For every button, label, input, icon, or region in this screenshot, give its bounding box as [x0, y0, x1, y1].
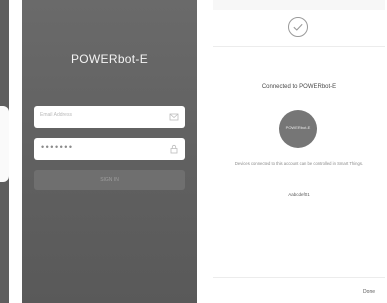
password-field[interactable]: •••••••: [34, 138, 185, 160]
check-circle-icon: [288, 17, 308, 37]
account-code: Aabcdef01: [288, 192, 310, 197]
divider-top: [213, 46, 385, 47]
sign-in-button[interactable]: SIGN IN: [34, 170, 185, 190]
status-bar: [213, 0, 385, 10]
info-text: Devices connected to this account can be…: [234, 161, 364, 166]
login-screen: POWERbot-E Email Address ••••••• SIGN IN: [22, 0, 197, 303]
device-avatar: POWERbot-E: [279, 110, 317, 148]
email-field[interactable]: Email Address: [34, 106, 185, 128]
device-label: POWERbot-E: [285, 125, 311, 130]
divider-bottom: [213, 277, 385, 278]
password-mask: •••••••: [41, 142, 74, 152]
connected-heading: Connected to POWERbot-E: [261, 84, 337, 90]
envelope-icon: [169, 113, 179, 121]
left-phone-card-edge: [0, 106, 9, 182]
email-placeholder: Email Address: [40, 112, 72, 118]
lock-icon: [170, 144, 178, 154]
connected-screen: Connected to POWERbot-E POWERbot-E Devic…: [213, 0, 385, 303]
done-button[interactable]: Done: [363, 289, 375, 295]
app-title: POWERbot-E: [70, 52, 148, 66]
left-phone-screen: [0, 0, 9, 303]
